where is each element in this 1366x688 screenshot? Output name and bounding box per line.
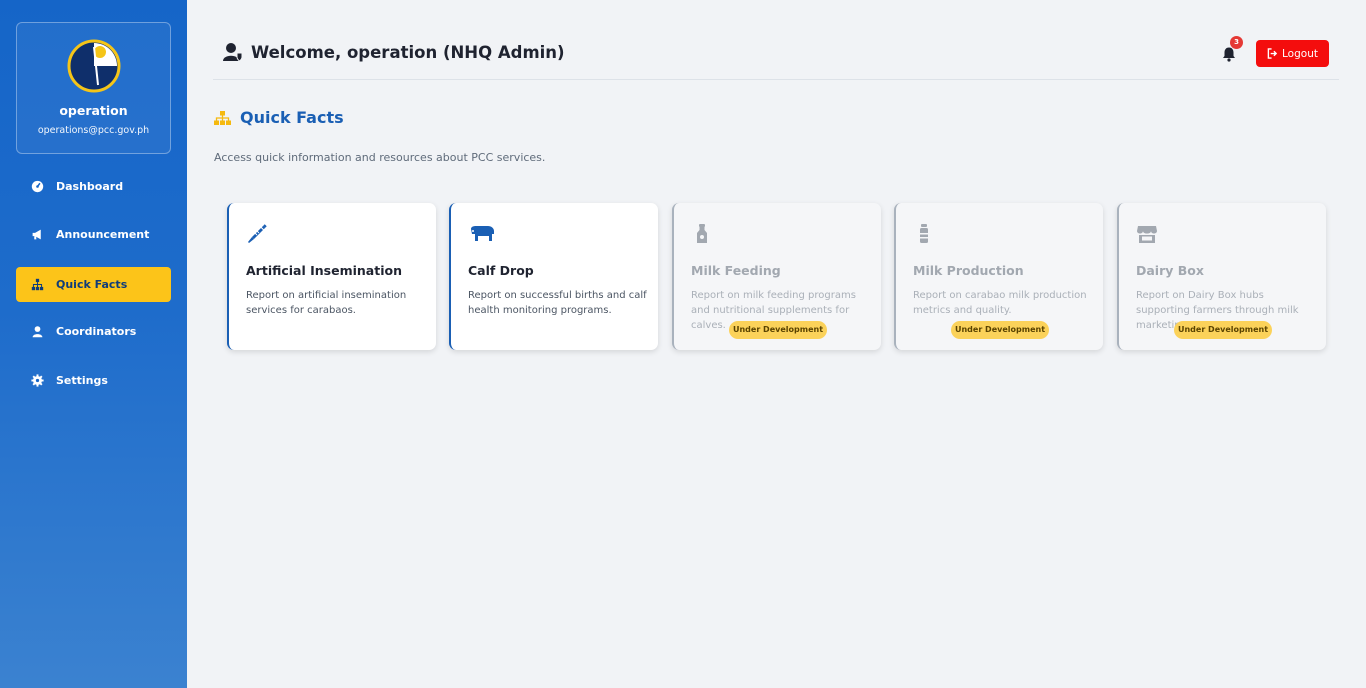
welcome-text: Welcome, operation (NHQ Admin) <box>251 42 565 62</box>
card-title: Artificial Insemination <box>246 263 402 278</box>
sidebar-item-settings[interactable]: Settings <box>16 363 171 398</box>
card-description: Report on carabao milk production metric… <box>913 290 1087 316</box>
sitemap-icon <box>214 110 231 125</box>
sidebar-item-dashboard[interactable]: Dashboard <box>16 169 171 204</box>
section-title: Quick Facts <box>213 108 344 127</box>
card-artificial-insemination[interactable]: Artificial Insemination Report on artifi… <box>227 203 436 350</box>
profile-card: operation operations@pcc.gov.ph <box>16 22 171 154</box>
card-title: Milk Feeding <box>691 263 781 278</box>
sidebar-item-label: Announcement <box>56 228 150 241</box>
user-shield-icon <box>223 43 243 62</box>
sidebar-item-label: Dashboard <box>56 180 124 193</box>
sign-out-icon <box>1267 48 1278 59</box>
card-description: Report on artificial insemination servic… <box>246 290 407 316</box>
card-title: Milk Production <box>913 263 1024 278</box>
card-milk-production: Milk Production Report on carabao milk p… <box>894 203 1103 350</box>
profile-email: operations@pcc.gov.ph <box>37 125 150 136</box>
status-badge: Under Development <box>951 321 1049 339</box>
card-title: Dairy Box <box>1136 263 1204 278</box>
profile-name: operation <box>59 103 128 118</box>
section-title-text: Quick Facts <box>240 108 344 127</box>
card-title: Calf Drop <box>468 263 534 278</box>
status-badge: Under Development <box>729 321 827 339</box>
card-dairy-box: Dairy Box Report on Dairy Box hubs suppo… <box>1117 203 1326 350</box>
milk-bottle-icon <box>920 224 928 243</box>
sidebar-item-announcement[interactable]: Announcement <box>16 217 171 252</box>
sidebar: operation operations@pcc.gov.ph Dashboar… <box>0 0 187 688</box>
bottle-icon <box>697 224 707 243</box>
logout-button[interactable]: Logout <box>1256 40 1329 67</box>
card-calf-drop[interactable]: Calf Drop Report on successful births an… <box>449 203 658 350</box>
section-description: Access quick information and resources a… <box>214 151 546 164</box>
store-icon <box>1137 226 1157 243</box>
card-description: Report on successful births and calf hea… <box>468 290 647 316</box>
notification-badge: 3 <box>1230 36 1243 49</box>
page-title: Welcome, operation (NHQ Admin) <box>223 42 565 62</box>
user-icon <box>32 326 43 338</box>
logout-label: Logout <box>1282 47 1318 60</box>
sidebar-item-label: Coordinators <box>56 325 137 338</box>
cow-icon <box>471 226 494 241</box>
top-header: Welcome, operation (NHQ Admin) 3 Logout <box>213 28 1339 80</box>
dashboard-icon <box>31 180 44 193</box>
sidebar-item-coordinators[interactable]: Coordinators <box>16 314 171 349</box>
gear-icon <box>31 374 44 387</box>
megaphone-icon <box>32 229 41 240</box>
sidebar-item-quick-facts[interactable]: Quick Facts <box>16 267 171 302</box>
sitemap-icon <box>31 278 44 291</box>
status-badge: Under Development <box>1174 321 1272 339</box>
card-milk-feeding: Milk Feeding Report on milk feeding prog… <box>672 203 881 350</box>
sidebar-item-label: Settings <box>56 374 108 387</box>
sidebar-item-label: Quick Facts <box>56 278 128 291</box>
pcc-logo <box>67 39 121 93</box>
syringe-icon <box>248 224 267 243</box>
